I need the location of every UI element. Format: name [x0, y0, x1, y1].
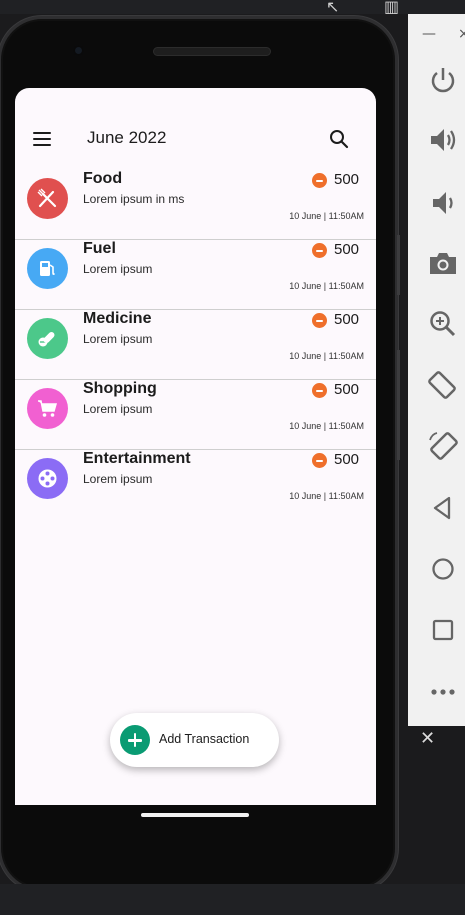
- transaction-name: Shopping: [83, 380, 157, 397]
- transaction-date: 10 June | 11:50AM: [289, 491, 364, 501]
- close-icon[interactable]: ×: [458, 26, 465, 42]
- window-top-bar: ↖ ▥: [0, 0, 465, 16]
- home-icon[interactable]: [427, 553, 459, 585]
- minus-icon: [312, 453, 327, 468]
- transaction-date: 10 June | 11:50AM: [289, 211, 364, 221]
- camera-icon[interactable]: [427, 247, 459, 279]
- back-icon[interactable]: [427, 492, 459, 524]
- transaction-row-medicine[interactable]: Medicine Lorem ipsum 500 10 June | 11:50…: [15, 310, 376, 380]
- transaction-amount: 500: [334, 451, 360, 468]
- transaction-name: Entertainment: [83, 450, 191, 467]
- minus-icon: [312, 173, 327, 188]
- emulator-toolbar: — ×: [408, 14, 465, 726]
- transaction-description: Lorem ipsum: [83, 332, 153, 346]
- transaction-description: Lorem ipsum: [83, 472, 153, 486]
- transaction-row-entertainment[interactable]: Entertainment Lorem ipsum 500 10 June | …: [15, 450, 376, 519]
- window-bottom-bar: [0, 884, 465, 915]
- rotate-left-icon[interactable]: [427, 369, 459, 401]
- transaction-description: Lorem ipsum in ms: [83, 192, 185, 206]
- cart-icon: [27, 388, 68, 429]
- transaction-description: Lorem ipsum: [83, 262, 153, 276]
- more-icon[interactable]: [427, 676, 459, 708]
- transaction-amount: 500: [334, 311, 360, 328]
- transaction-date: 10 June | 11:50AM: [289, 281, 364, 291]
- fuel-pump-icon: [27, 248, 68, 289]
- minus-icon: [312, 243, 327, 258]
- transaction-amount: 500: [334, 171, 360, 188]
- power-icon[interactable]: [427, 64, 459, 96]
- page-title: June 2022: [87, 128, 167, 147]
- search-icon[interactable]: [329, 129, 349, 149]
- transaction-name: Medicine: [83, 310, 152, 327]
- rotate-right-icon[interactable]: [427, 430, 459, 462]
- pointer-icon: ↖: [326, 0, 340, 16]
- transaction-name: Fuel: [83, 240, 116, 257]
- transaction-amount: 500: [334, 241, 360, 258]
- volume-down-icon[interactable]: [427, 187, 459, 219]
- menu-icon[interactable]: [33, 132, 53, 146]
- plus-icon: [120, 725, 150, 755]
- phone-volume-button[interactable]: [397, 350, 400, 460]
- volume-up-icon[interactable]: [427, 124, 459, 156]
- minus-icon: [312, 313, 327, 328]
- transaction-date: 10 June | 11:50AM: [289, 421, 364, 431]
- transaction-row-fuel[interactable]: Fuel Lorem ipsum 500 10 June | 11:50AM: [15, 240, 376, 310]
- app-bar: June 2022: [15, 124, 376, 154]
- pill-icon: [27, 318, 68, 359]
- home-indicator[interactable]: [141, 813, 249, 817]
- phone-speaker: [153, 47, 271, 56]
- phone-side-button[interactable]: [397, 235, 400, 295]
- zoom-icon[interactable]: [427, 308, 459, 340]
- transaction-date: 10 June | 11:50AM: [289, 351, 364, 361]
- film-reel-icon: [27, 458, 68, 499]
- add-transaction-label: Add Transaction: [159, 732, 250, 746]
- overview-icon[interactable]: [427, 614, 459, 646]
- minus-icon: [312, 383, 327, 398]
- transaction-amount: 500: [334, 381, 360, 398]
- transaction-name: Food: [83, 170, 123, 187]
- fork-knife-icon: [27, 178, 68, 219]
- split-view-icon[interactable]: ▥: [384, 0, 399, 15]
- transaction-row-food[interactable]: Food Lorem ipsum in ms 500 10 June | 11:…: [15, 170, 376, 240]
- transaction-list: Food Lorem ipsum in ms 500 10 June | 11:…: [15, 170, 376, 519]
- transaction-description: Lorem ipsum: [83, 402, 153, 416]
- phone-camera: [73, 45, 84, 56]
- transaction-row-shopping[interactable]: Shopping Lorem ipsum 500 10 June | 11:50…: [15, 380, 376, 450]
- add-transaction-button[interactable]: Add Transaction: [110, 713, 279, 767]
- app-screen: June 2022 Food Lorem ipsum in ms 500 10 …: [15, 88, 376, 805]
- minimize-icon[interactable]: —: [422, 26, 436, 42]
- close-extended-controls-icon[interactable]: ✕: [420, 728, 435, 749]
